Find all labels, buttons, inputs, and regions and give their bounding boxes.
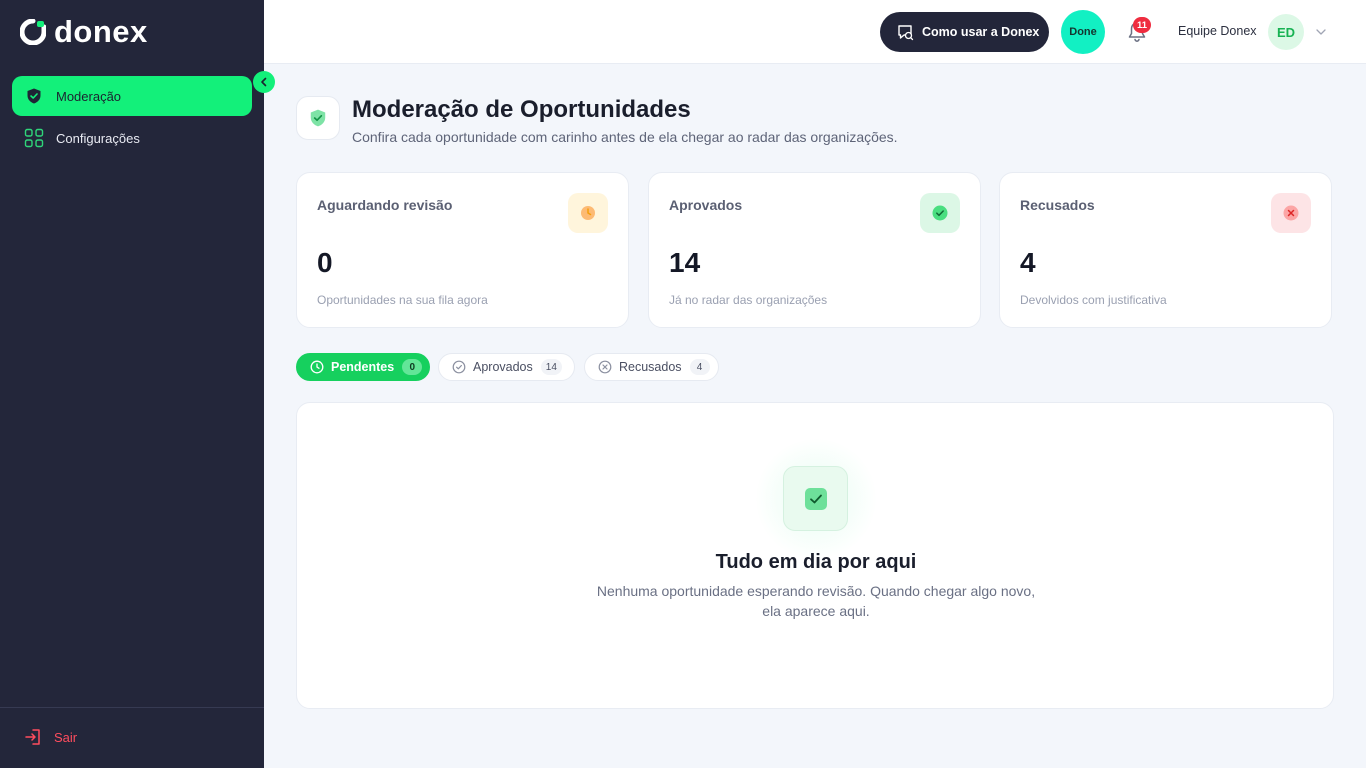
done-avatar-button[interactable]: Done [1061,10,1105,54]
tab-pendentes[interactable]: Pendentes 0 [296,353,430,381]
stat-caption: Já no radar das organizações [669,293,828,307]
topbar: Como usar a Donex Done 11 Equipe Donex E… [264,0,1366,64]
stat-card-pending: Aguardando revisão 0 Oportunidades na su… [296,172,629,328]
check-circle-icon [452,360,466,374]
empty-state-title: Tudo em dia por aqui [715,551,917,573]
stat-card-rejected: Recusados 4 Devolvidos com justificativa [999,172,1332,328]
tab-label: Aprovados [473,360,533,374]
page-title: Moderação de Oportunidades [352,96,691,123]
tab-label: Recusados [619,360,682,374]
page-subtitle: Confira cada oportunidade com carinho an… [352,129,898,145]
tab-count: 14 [540,359,562,375]
sidebar-divider [0,707,264,708]
sidebar-item-label: Configurações [56,130,140,146]
tab-recusados[interactable]: Recusados 4 [584,353,719,381]
logout-label: Sair [54,729,78,745]
stat-title: Recusados [1020,197,1095,213]
stat-title: Aprovados [669,197,743,213]
stat-title: Aguardando revisão [317,197,453,213]
logout-button[interactable]: Sair [24,728,77,746]
chevron-left-icon [261,77,267,87]
grid-icon [24,128,44,148]
empty-state-panel: Tudo em dia por aqui Nenhuma oportunidad… [296,402,1334,709]
logout-icon [25,729,40,745]
tab-aprovados[interactable]: Aprovados 14 [438,353,575,381]
how-to-use-label: Como usar a Donex [922,25,1040,39]
sidebar-item-moderacao[interactable]: Moderação [12,76,252,116]
check-circle-icon [920,193,960,233]
stat-caption: Oportunidades na sua fila agora [317,293,488,307]
stat-value: 0 [317,247,333,278]
clock-icon [568,193,608,233]
clock-icon [310,360,324,374]
how-to-use-button[interactable]: Como usar a Donex [880,12,1049,52]
stat-value: 14 [669,247,701,278]
tab-count: 0 [402,359,423,375]
empty-state-text: Nenhuma oportunidade esperando revisão. … [596,583,1036,619]
stat-caption: Devolvidos com justificativa [1020,293,1167,307]
brand-logo[interactable]: donex [20,16,148,48]
sidebar-item-label: Moderação [56,88,122,104]
brand-name: donex [54,14,148,49]
chat-help-icon [898,25,914,41]
x-circle-icon [1271,193,1311,233]
sidebar-item-configuracoes[interactable]: Configurações [12,118,252,158]
tab-count: 4 [689,359,710,375]
x-circle-icon [598,360,612,374]
notification-badge: 11 [1133,17,1151,33]
stat-card-approved: Aprovados 14 Já no radar das organizaçõe… [648,172,981,328]
sidebar: donex Moderação Configurações Sair [0,0,264,768]
chevron-down-icon[interactable] [1315,26,1327,38]
shield-check-icon [310,109,326,127]
check-square-icon [783,466,848,531]
shield-check-icon [24,86,44,106]
page-icon [296,96,340,140]
collapse-sidebar-button[interactable] [253,71,275,93]
stat-value: 4 [1020,247,1036,278]
team-name[interactable]: Equipe Donex [1178,24,1257,38]
team-avatar[interactable]: ED [1268,14,1304,50]
tab-label: Pendentes [331,360,395,374]
donex-logo-icon [20,19,46,45]
